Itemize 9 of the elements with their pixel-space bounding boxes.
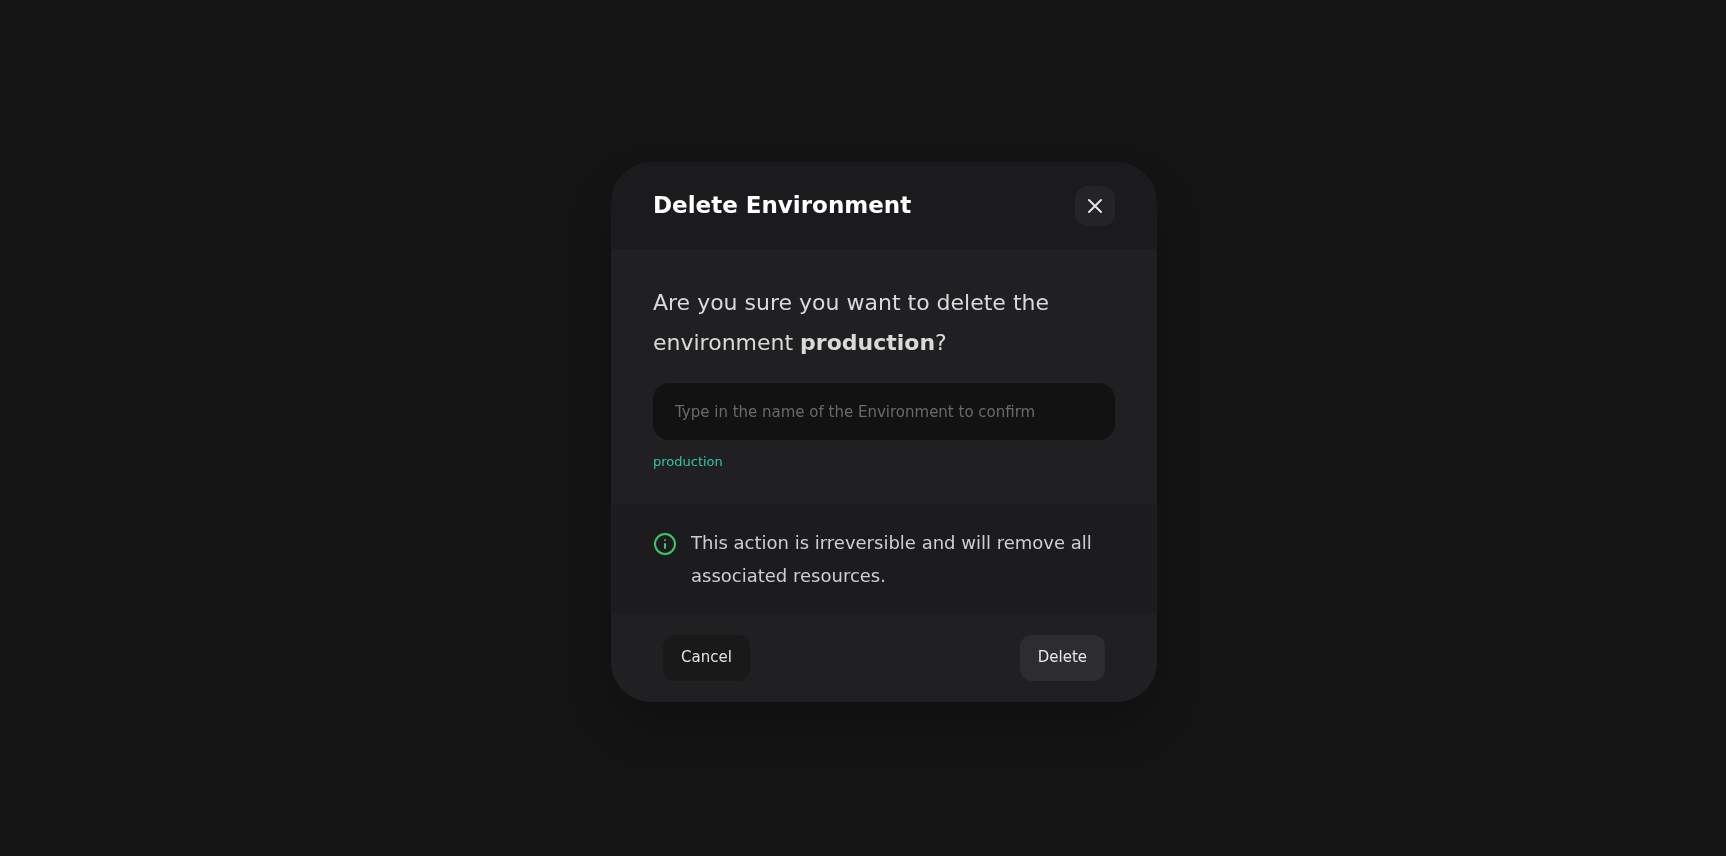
confirmation-message: Are you sure you want to delete the environment production? xyxy=(653,289,1050,357)
close-button[interactable] xyxy=(1075,185,1115,226)
delete-button[interactable]: Delete xyxy=(1019,634,1105,681)
cancel-button[interactable]: Cancel xyxy=(663,634,750,681)
hint-text: production xyxy=(653,453,724,471)
confirm-input-field[interactable]: Type in the name of the Environment to confirm xyxy=(653,383,1115,440)
dialog-title: Delete Environment xyxy=(653,191,912,221)
info-icon xyxy=(653,531,677,556)
notice-text: This action is irreversible and will remove all associated resources. xyxy=(691,530,1093,588)
